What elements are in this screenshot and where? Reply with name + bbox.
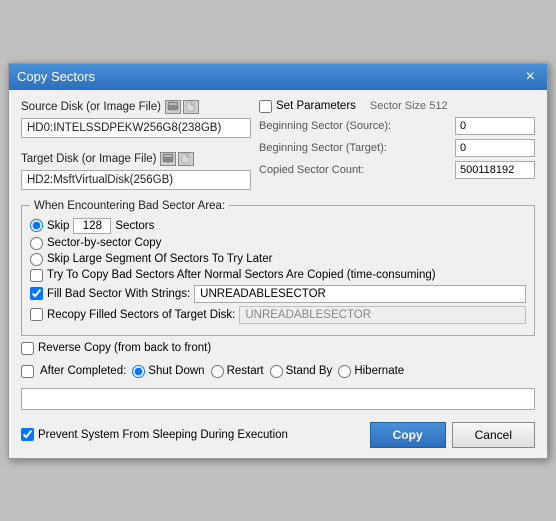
- hibernate-radio[interactable]: [338, 365, 351, 378]
- beginning-target-input[interactable]: [455, 139, 535, 157]
- cancel-button[interactable]: Cancel: [452, 422, 535, 448]
- fill-bad-input[interactable]: [194, 285, 526, 303]
- action-buttons: Copy Cancel: [370, 422, 535, 448]
- source-disk-icon1[interactable]: [165, 100, 181, 114]
- standby-radio[interactable]: [270, 365, 283, 378]
- skip-label: Skip: [47, 220, 69, 232]
- standby-label[interactable]: Stand By: [270, 365, 333, 378]
- try-copy-bad-checkbox[interactable]: [30, 269, 43, 282]
- hdd-icon: [162, 153, 174, 164]
- reverse-copy-checkbox[interactable]: [21, 342, 34, 355]
- sector-by-sector-row: Sector-by-sector Copy: [30, 237, 526, 250]
- dialog-window: Copy Sectors × Source Disk (or Image Fil…: [8, 63, 548, 459]
- try-copy-bad-label: Try To Copy Bad Sectors After Normal Sec…: [47, 269, 436, 281]
- source-disk-label-row: Source Disk (or Image File): [21, 100, 251, 114]
- skip-large-label: Skip Large Segment Of Sectors To Try Lat…: [47, 253, 272, 265]
- beginning-target-label: Beginning Sector (Target):: [259, 142, 387, 154]
- set-params-checkbox-label[interactable]: Set Parameters: [259, 100, 356, 113]
- reverse-copy-label: Reverse Copy (from back to front): [38, 342, 211, 354]
- title-bar: Copy Sectors ×: [9, 64, 547, 90]
- beginning-source-row: Beginning Sector (Source):: [259, 117, 535, 135]
- skip-value-input[interactable]: [73, 218, 111, 234]
- skip-large-radio[interactable]: [30, 253, 43, 266]
- left-column: Source Disk (or Image File): [21, 100, 251, 190]
- recopy-row: Recopy Filled Sectors of Target Disk:: [30, 306, 526, 324]
- sectors-suffix: Sectors: [115, 220, 154, 232]
- bottom-row: Prevent System From Sleeping During Exec…: [21, 422, 535, 448]
- set-params-checkbox[interactable]: [259, 100, 272, 113]
- prevent-sleeping-row: Prevent System From Sleeping During Exec…: [21, 428, 288, 441]
- top-section: Source Disk (or Image File): [21, 100, 535, 190]
- hibernate-text: Hibernate: [354, 365, 404, 377]
- hdd-icon: [167, 101, 179, 112]
- fill-bad-checkbox[interactable]: [30, 287, 43, 300]
- file-icon: [185, 101, 197, 112]
- try-copy-bad-row: Try To Copy Bad Sectors After Normal Sec…: [30, 269, 526, 282]
- sector-by-sector-label: Sector-by-sector Copy: [47, 237, 161, 249]
- reverse-copy-row: Reverse Copy (from back to front): [21, 342, 535, 355]
- copy-button[interactable]: Copy: [370, 422, 446, 448]
- target-disk-icons: [160, 152, 194, 166]
- bad-sector-legend: When Encountering Bad Sector Area:: [30, 200, 229, 212]
- after-completed-row: After Completed: Shut Down Restart Stand…: [21, 365, 535, 378]
- restart-radio[interactable]: [211, 365, 224, 378]
- recopy-label: Recopy Filled Sectors of Target Disk:: [47, 309, 235, 321]
- set-params-row: Set Parameters Sector Size 512: [259, 100, 535, 113]
- recopy-checkbox[interactable]: [30, 308, 43, 321]
- beginning-source-label: Beginning Sector (Source):: [259, 120, 391, 132]
- copied-count-label: Copied Sector Count:: [259, 164, 364, 176]
- restart-label[interactable]: Restart: [211, 365, 264, 378]
- hibernate-label[interactable]: Hibernate: [338, 365, 404, 378]
- set-params-label: Set Parameters: [276, 100, 356, 112]
- target-disk-label-row: Target Disk (or Image File): [21, 152, 251, 166]
- recopy-input: [239, 306, 526, 324]
- close-button[interactable]: ×: [522, 69, 539, 85]
- prevent-sleeping-checkbox[interactable]: [21, 428, 34, 441]
- shutdown-label[interactable]: Shut Down: [132, 365, 204, 378]
- progress-bar: [21, 388, 535, 410]
- dialog-title: Copy Sectors: [17, 69, 95, 84]
- right-column: Set Parameters Sector Size 512 Beginning…: [259, 100, 535, 190]
- skip-large-row: Skip Large Segment Of Sectors To Try Lat…: [30, 253, 526, 266]
- file-icon: [180, 153, 192, 164]
- skip-radio-row: Skip Sectors: [30, 218, 526, 234]
- after-completed-checkbox[interactable]: [21, 365, 34, 378]
- bad-sector-group: When Encountering Bad Sector Area: Skip …: [21, 200, 535, 336]
- source-disk-icon2[interactable]: [183, 100, 199, 114]
- shutdown-radio[interactable]: [132, 365, 145, 378]
- source-disk-input[interactable]: [21, 118, 251, 138]
- skip-radio[interactable]: [30, 219, 43, 232]
- prevent-sleeping-label: Prevent System From Sleeping During Exec…: [38, 429, 288, 441]
- source-disk-icons: [165, 100, 199, 114]
- dialog-body: Source Disk (or Image File): [9, 90, 547, 458]
- fill-bad-label: Fill Bad Sector With Strings:: [47, 288, 190, 300]
- restart-text: Restart: [227, 365, 264, 377]
- target-disk-icon2[interactable]: [178, 152, 194, 166]
- shutdown-text: Shut Down: [148, 365, 204, 377]
- standby-text: Stand By: [286, 365, 333, 377]
- sector-by-sector-radio[interactable]: [30, 237, 43, 250]
- beginning-target-row: Beginning Sector (Target):: [259, 139, 535, 157]
- after-completed-label: After Completed:: [40, 365, 126, 377]
- target-disk-label: Target Disk (or Image File): [21, 153, 156, 165]
- copied-count-input[interactable]: [455, 161, 535, 179]
- source-disk-label: Source Disk (or Image File): [21, 101, 161, 113]
- fill-bad-row: Fill Bad Sector With Strings:: [30, 285, 526, 303]
- target-disk-icon1[interactable]: [160, 152, 176, 166]
- beginning-source-input[interactable]: [455, 117, 535, 135]
- target-disk-input[interactable]: [21, 170, 251, 190]
- copied-count-row: Copied Sector Count:: [259, 161, 535, 179]
- sector-size-label: Sector Size 512: [370, 100, 448, 112]
